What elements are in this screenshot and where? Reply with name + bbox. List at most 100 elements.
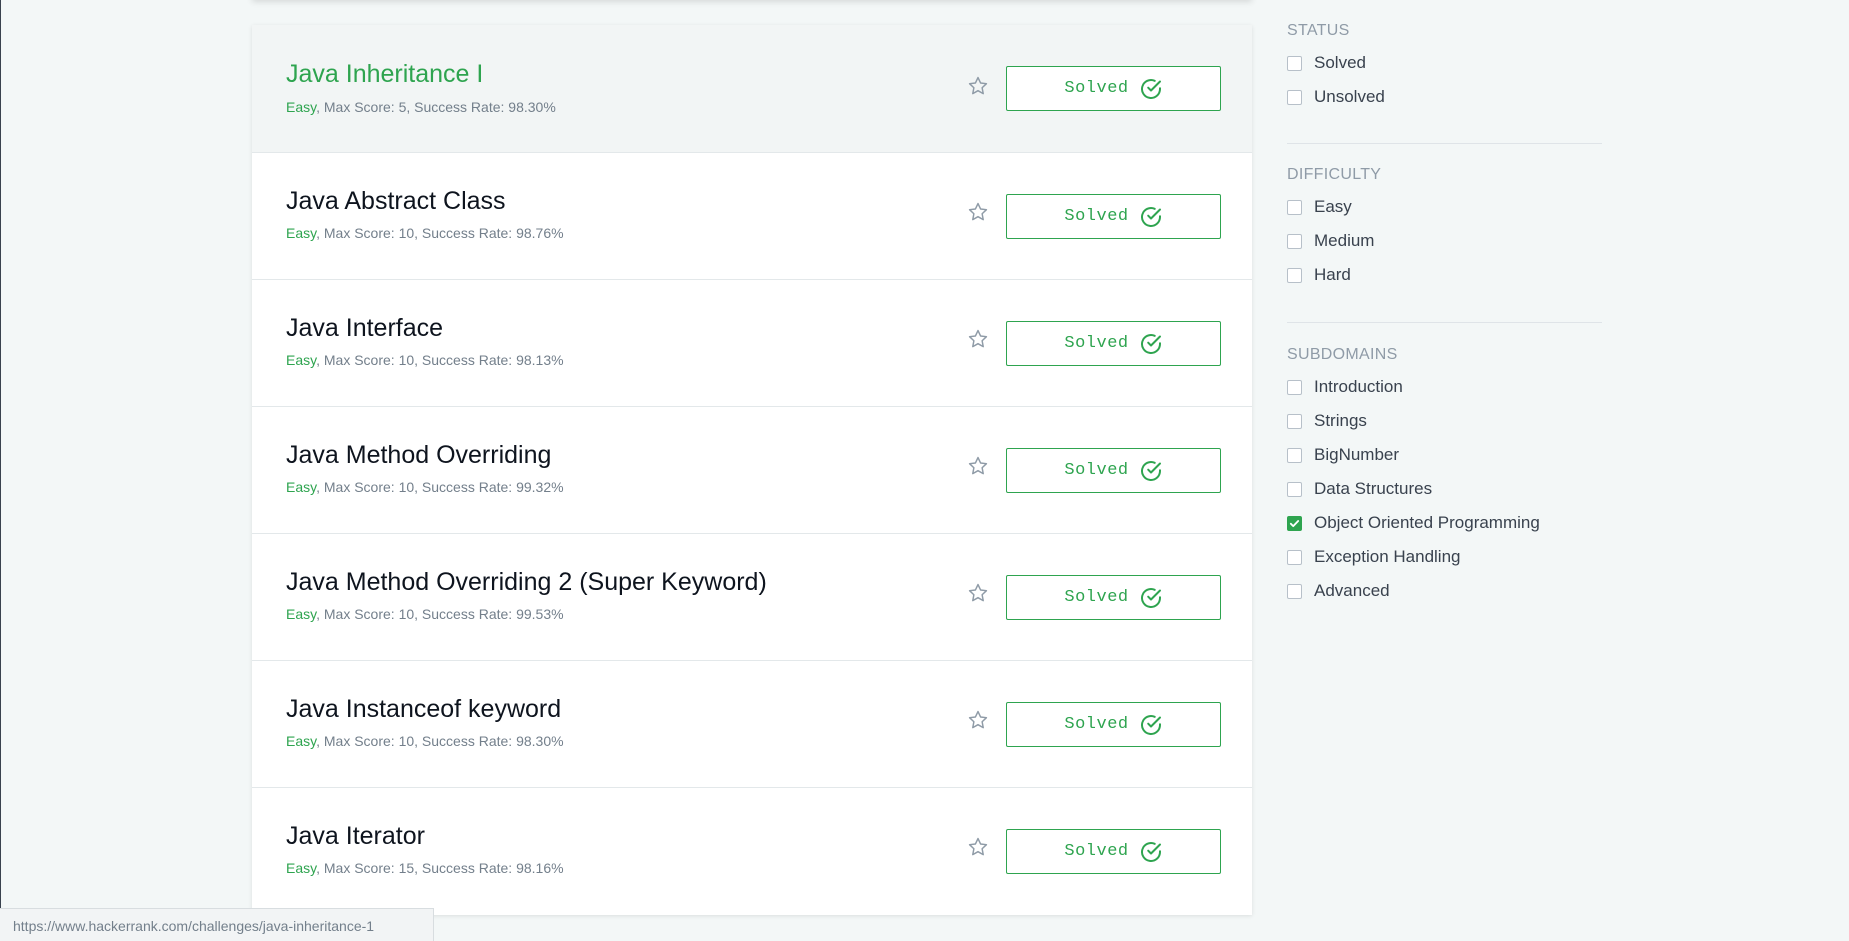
challenge-row[interactable]: Java Method Overriding 2 (Super Keyword)… <box>252 534 1252 661</box>
star-icon[interactable] <box>967 455 989 477</box>
solved-button[interactable]: Solved <box>1006 194 1221 239</box>
window-edge <box>0 0 1 941</box>
challenge-title-link[interactable]: Java Abstract Class <box>286 187 506 216</box>
solved-button[interactable]: Solved <box>1006 448 1221 493</box>
solved-button[interactable]: Solved <box>1006 66 1221 111</box>
checkbox[interactable] <box>1287 481 1302 497</box>
challenge-row[interactable]: Java Method Overriding Easy, Max Score: … <box>252 407 1252 534</box>
checkbox[interactable] <box>1287 583 1302 599</box>
solved-button[interactable]: Solved <box>1006 321 1221 366</box>
challenge-meta: Easy, Max Score: 10, Success Rate: 98.30… <box>286 733 564 749</box>
challenge-row[interactable]: Java Iterator Easy, Max Score: 15, Succe… <box>252 788 1252 915</box>
filter-option-oop[interactable]: Object Oriented Programming <box>1287 506 1602 540</box>
checkbox[interactable] <box>1287 549 1302 565</box>
challenge-meta: Easy, Max Score: 10, Success Rate: 98.13… <box>286 352 564 368</box>
filter-option-introduction[interactable]: Introduction <box>1287 370 1602 404</box>
solved-button[interactable]: Solved <box>1006 829 1221 874</box>
checkbox[interactable] <box>1287 267 1302 283</box>
star-icon[interactable] <box>967 75 989 97</box>
checkbox[interactable] <box>1287 89 1302 105</box>
filter-option-easy[interactable]: Easy <box>1287 190 1602 224</box>
challenge-meta: Easy, Max Score: 10, Success Rate: 98.76… <box>286 225 564 241</box>
status-heading: STATUS <box>1287 22 1350 39</box>
challenge-details: , Max Score: 15, Success Rate: 98.16% <box>316 860 564 876</box>
checkbox-checked[interactable] <box>1287 515 1302 531</box>
filter-option-strings[interactable]: Strings <box>1287 404 1602 438</box>
solved-button[interactable]: Solved <box>1006 575 1221 620</box>
filter-option-hard[interactable]: Hard <box>1287 258 1602 292</box>
filter-option-label: Hard <box>1314 265 1351 284</box>
challenge-meta: Easy, Max Score: 5, Success Rate: 98.30% <box>286 99 556 115</box>
challenge-title-link[interactable]: Java Interface <box>286 314 443 343</box>
star-icon[interactable] <box>967 201 989 223</box>
star-icon[interactable] <box>967 582 989 604</box>
checkbox[interactable] <box>1287 413 1302 429</box>
status-filter-group: STATUS Solved Unsolved <box>1287 0 1602 114</box>
challenge-title-link[interactable]: Java Method Overriding 2 (Super Keyword) <box>286 568 767 597</box>
difficulty-filter-group: DIFFICULTY Easy Medium Hard <box>1287 144 1602 292</box>
checkbox[interactable] <box>1287 199 1302 215</box>
challenge-meta: Easy, Max Score: 10, Success Rate: 99.53… <box>286 606 564 622</box>
difficulty-label: Easy <box>286 733 317 749</box>
star-icon[interactable] <box>967 709 989 731</box>
filter-option-label: BigNumber <box>1314 445 1400 464</box>
filters-sidebar: STATUS Solved Unsolved DIFFICULTY Easy M… <box>1287 0 1602 608</box>
challenge-title-link[interactable]: Java Iterator <box>286 822 425 851</box>
difficulty-heading: DIFFICULTY <box>1287 166 1382 183</box>
checkbox[interactable] <box>1287 447 1302 463</box>
challenge-title-link[interactable]: Java Instanceof keyword <box>286 695 561 724</box>
filter-option-label: Introduction <box>1314 377 1403 396</box>
solved-label: Solved <box>1064 79 1129 98</box>
checkbox[interactable] <box>1287 233 1302 249</box>
status-bar-url: https://www.hackerrank.com/challenges/ja… <box>13 918 375 934</box>
challenge-title-link[interactable]: Java Inheritance I <box>286 60 483 89</box>
challenge-title-link[interactable]: Java Method Overriding <box>286 441 551 470</box>
filter-option-label: Exception Handling <box>1314 547 1461 566</box>
challenge-meta: Easy, Max Score: 15, Success Rate: 98.16… <box>286 860 564 876</box>
filter-option-advanced[interactable]: Advanced <box>1287 574 1602 608</box>
subdomains-heading: SUBDOMAINS <box>1287 346 1398 363</box>
check-circle-icon <box>1139 586 1163 610</box>
challenge-row[interactable]: Java Abstract Class Easy, Max Score: 10,… <box>252 153 1252 280</box>
challenge-row[interactable]: Java Inheritance I Easy, Max Score: 5, S… <box>252 25 1252 153</box>
solved-label: Solved <box>1064 715 1129 734</box>
star-icon[interactable] <box>967 836 989 858</box>
solved-button[interactable]: Solved <box>1006 702 1221 747</box>
challenge-details: , Max Score: 10, Success Rate: 98.30% <box>316 733 564 749</box>
check-circle-icon <box>1139 332 1163 356</box>
solved-label: Solved <box>1064 588 1129 607</box>
filter-option-unsolved[interactable]: Unsolved <box>1287 80 1602 114</box>
filter-option-exception-handling[interactable]: Exception Handling <box>1287 540 1602 574</box>
solved-label: Solved <box>1064 461 1129 480</box>
difficulty-label: Easy <box>286 860 317 876</box>
check-circle-icon <box>1139 459 1163 483</box>
solved-label: Solved <box>1064 207 1129 226</box>
check-circle-icon <box>1139 205 1163 229</box>
subdomains-filter-group: SUBDOMAINS Introduction Strings BigNumbe… <box>1287 323 1602 608</box>
filter-option-solved[interactable]: Solved <box>1287 46 1602 80</box>
filter-option-label: Advanced <box>1314 581 1390 600</box>
filter-option-data-structures[interactable]: Data Structures <box>1287 472 1602 506</box>
challenge-row[interactable]: Java Interface Easy, Max Score: 10, Succ… <box>252 280 1252 407</box>
filter-option-label: Data Structures <box>1314 479 1433 498</box>
checkbox[interactable] <box>1287 379 1302 395</box>
challenge-details: , Max Score: 5, Success Rate: 98.30% <box>316 99 556 115</box>
difficulty-label: Easy <box>286 99 317 115</box>
page: Java Inheritance I Easy, Max Score: 5, S… <box>0 0 1849 941</box>
filter-option-medium[interactable]: Medium <box>1287 224 1602 258</box>
browser-status-bar: https://www.hackerrank.com/challenges/ja… <box>0 908 434 941</box>
filter-option-label: Medium <box>1314 231 1375 250</box>
check-circle-icon <box>1139 840 1163 864</box>
star-icon[interactable] <box>967 328 989 350</box>
filter-option-bignumber[interactable]: BigNumber <box>1287 438 1602 472</box>
check-circle-icon <box>1139 713 1163 737</box>
challenge-row[interactable]: Java Instanceof keyword Easy, Max Score:… <box>252 661 1252 788</box>
filter-option-label: Easy <box>1314 197 1352 216</box>
challenge-details: , Max Score: 10, Success Rate: 98.76% <box>316 225 564 241</box>
challenge-meta: Easy, Max Score: 10, Success Rate: 99.32… <box>286 479 564 495</box>
challenge-details: , Max Score: 10, Success Rate: 99.53% <box>316 606 564 622</box>
filter-option-label: Object Oriented Programming <box>1314 513 1540 532</box>
difficulty-label: Easy <box>286 352 317 368</box>
checkbox[interactable] <box>1287 55 1302 71</box>
filter-option-label: Solved <box>1314 53 1366 72</box>
